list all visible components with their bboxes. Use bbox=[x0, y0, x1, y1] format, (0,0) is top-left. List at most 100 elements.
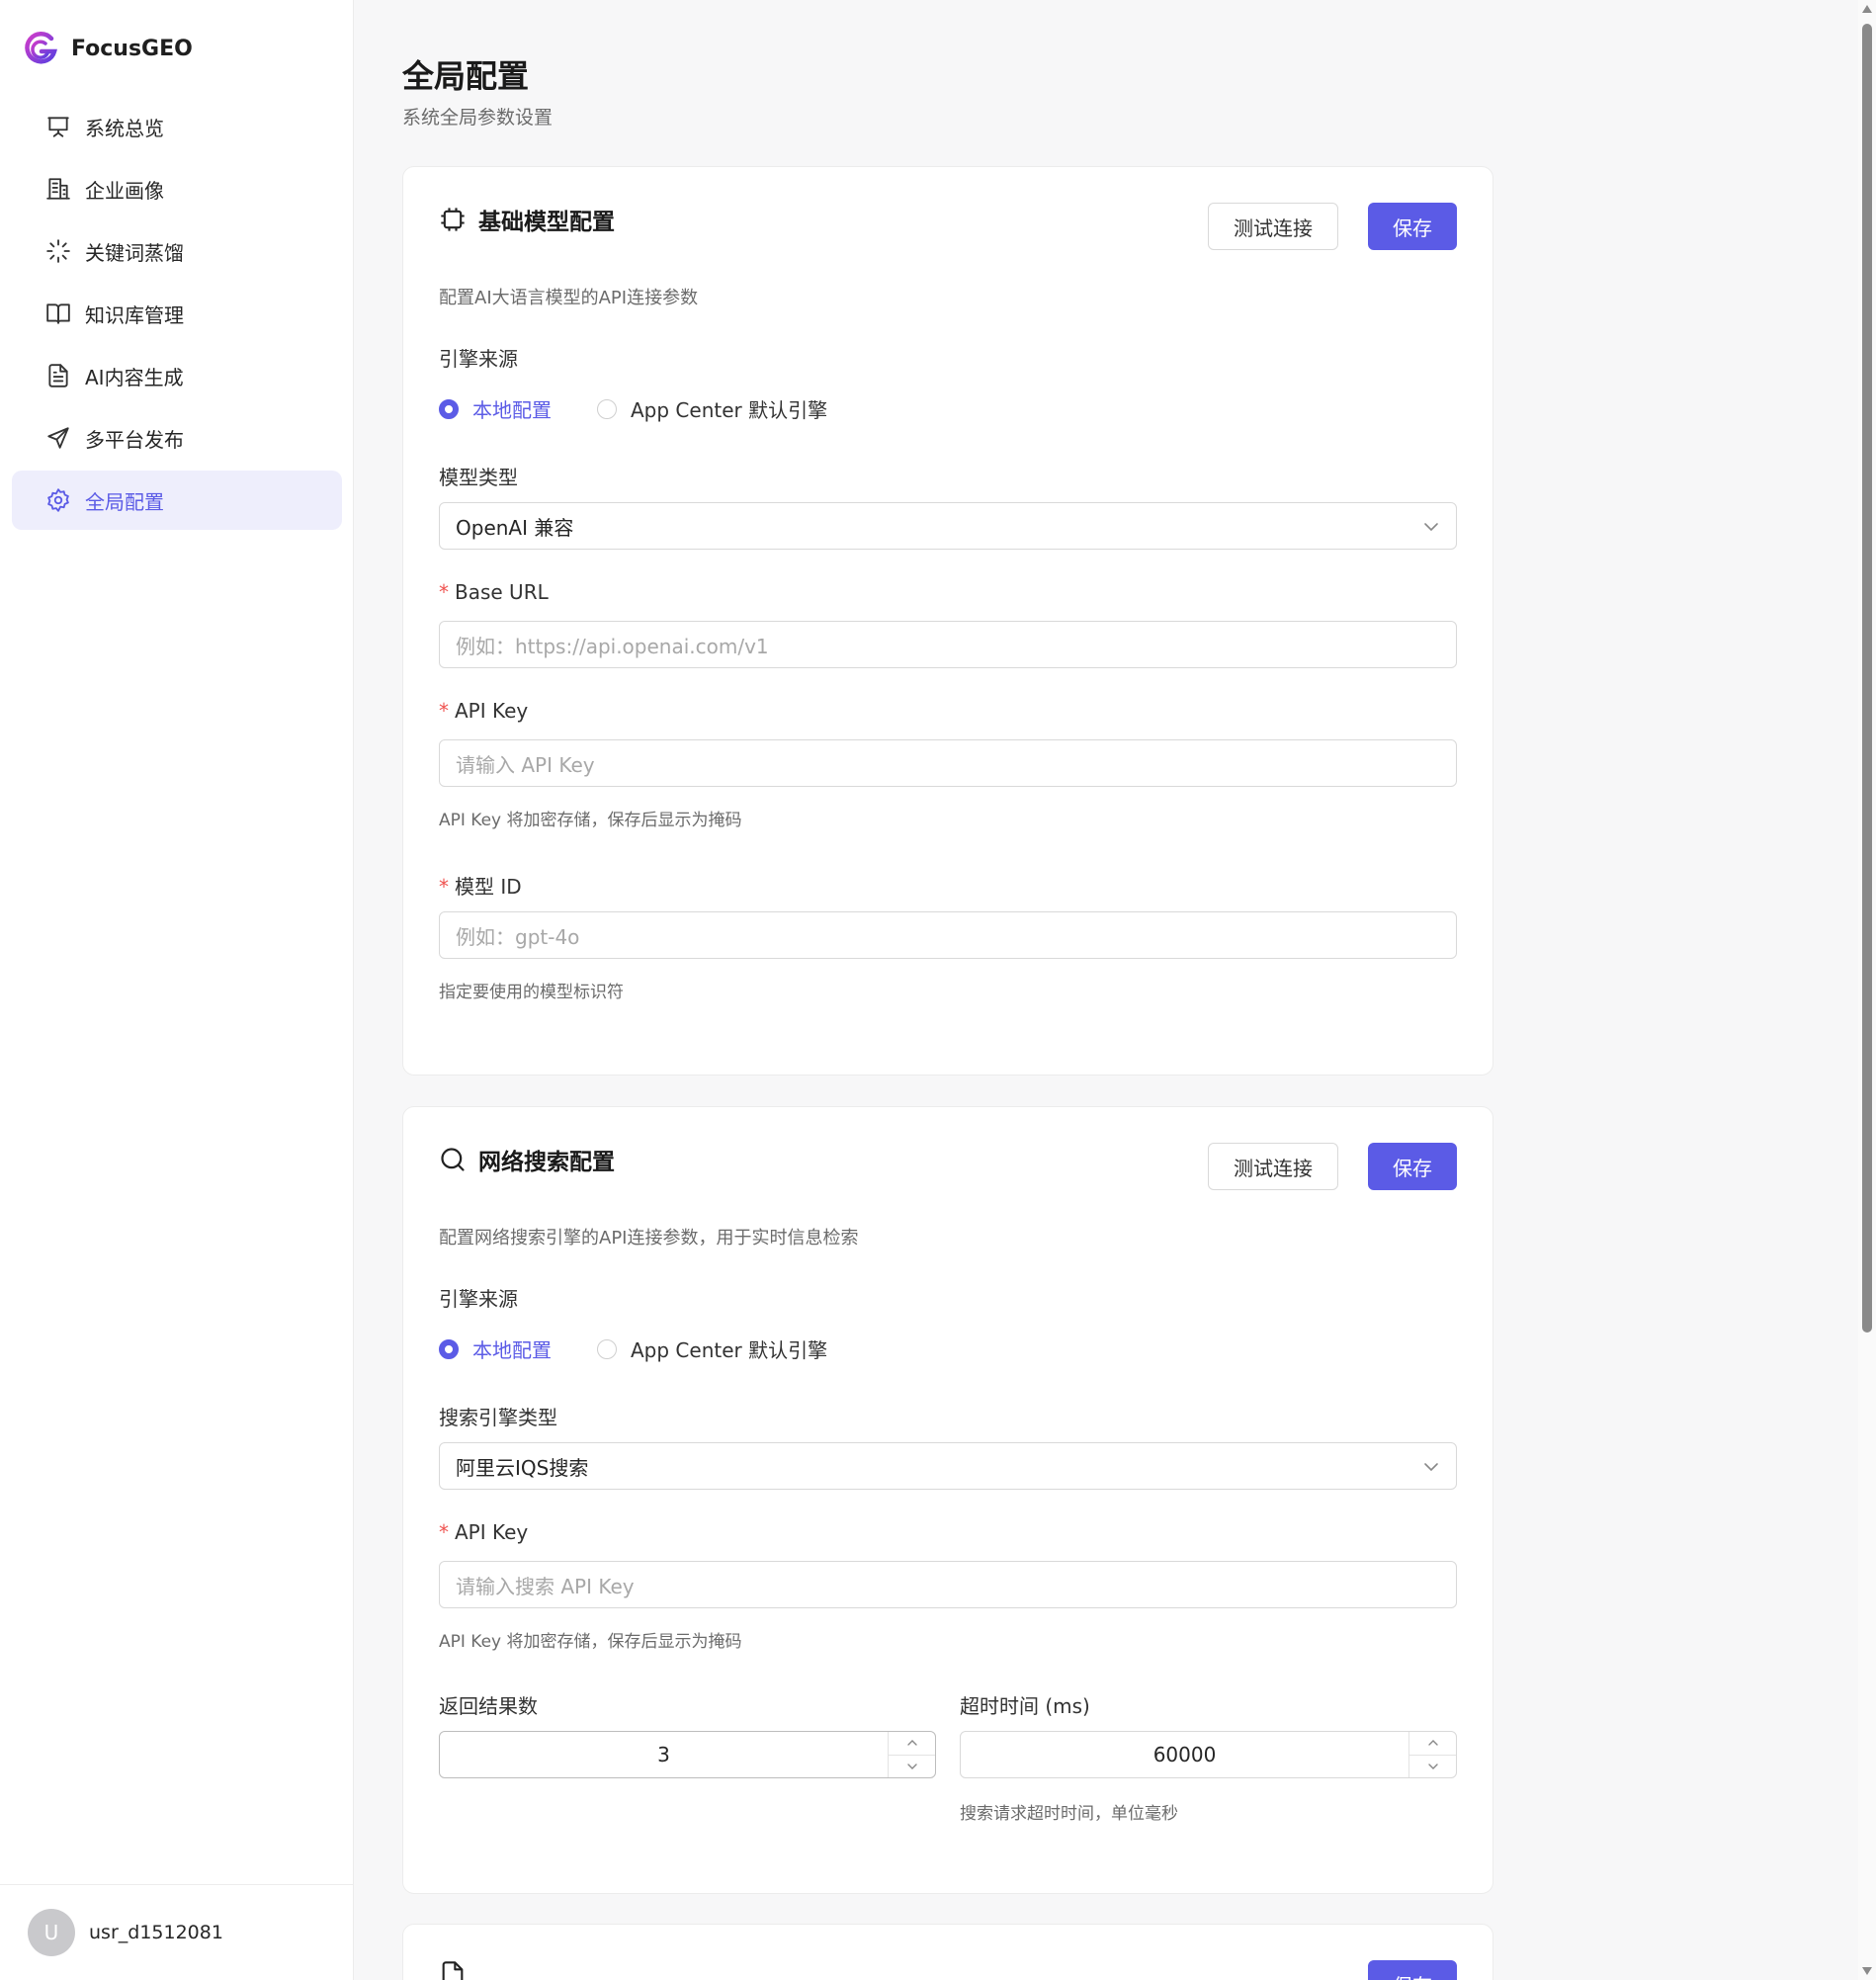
test-connection-button[interactable]: 测试连接 bbox=[1208, 203, 1338, 250]
sidebar-item-overview[interactable]: 系统总览 bbox=[12, 97, 342, 156]
sidebar-item-keywords[interactable]: 关键词蒸馏 bbox=[12, 221, 342, 281]
chevron-down-icon bbox=[1424, 1463, 1438, 1472]
label-text: 模型 ID bbox=[455, 875, 522, 899]
chevron-down-icon bbox=[1427, 1764, 1438, 1769]
page-subtitle: 系统全局参数设置 bbox=[402, 107, 554, 129]
user-profile[interactable]: U usr_d1512081 bbox=[0, 1884, 353, 1980]
base-url-label: * Base URL bbox=[439, 580, 549, 604]
api-key-hint: API Key 将加密存储，保存后显示为掩码 bbox=[439, 811, 742, 830]
app-root: FocusGEO 系统总览 企业画像 关键词蒸馏 知识库管理 AI内容生成 多平… bbox=[0, 0, 1876, 1980]
card-description: 配置网络搜索引擎的API连接参数，用于实时信息检索 bbox=[439, 1228, 859, 1248]
sidebar: FocusGEO 系统总览 企业画像 关键词蒸馏 知识库管理 AI内容生成 多平… bbox=[0, 0, 354, 1980]
sidebar-item-ai-content[interactable]: AI内容生成 bbox=[12, 346, 342, 405]
sidebar-item-label: 全局配置 bbox=[85, 489, 164, 514]
search-engine-type-label: 搜索引擎类型 bbox=[439, 1406, 557, 1429]
card-description: 配置AI大语言模型的API连接参数 bbox=[439, 288, 699, 308]
brand-name: FocusGEO bbox=[71, 36, 193, 61]
sidebar-item-label: AI内容生成 bbox=[85, 365, 184, 389]
loader-icon bbox=[46, 239, 70, 263]
search-icon bbox=[441, 1148, 465, 1171]
sidebar-item-publish[interactable]: 多平台发布 bbox=[12, 408, 342, 468]
search-config-card: 网络搜索配置 测试连接 保存 配置网络搜索引擎的API连接参数，用于实时信息检索… bbox=[402, 1106, 1493, 1894]
card-title: 基础模型配置 bbox=[478, 210, 615, 235]
scroll-down-arrow-icon[interactable] bbox=[1861, 1966, 1873, 1976]
radio-dot bbox=[439, 1338, 459, 1359]
stepper-decrement[interactable] bbox=[889, 1754, 935, 1778]
sidebar-item-enterprise[interactable]: 企业画像 bbox=[12, 159, 342, 218]
radio-local-config[interactable]: 本地配置 bbox=[439, 1334, 552, 1363]
radio-app-center-engine[interactable]: App Center 默认引擎 bbox=[597, 1334, 827, 1363]
search-api-key-hint: API Key 将加密存储，保存后显示为掩码 bbox=[439, 1632, 742, 1652]
model-config-card: 基础模型配置 测试连接 保存 配置AI大语言模型的API连接参数 引擎来源 本地… bbox=[402, 166, 1493, 1076]
model-type-select[interactable]: OpenAI 兼容 bbox=[439, 502, 1457, 550]
username: usr_d1512081 bbox=[89, 1922, 223, 1943]
model-id-hint: 指定要使用的模型标识符 bbox=[439, 983, 624, 1002]
placeholder: 例如：https://api.openai.com/v1 bbox=[456, 634, 769, 658]
chevron-down-icon bbox=[1424, 523, 1438, 532]
label-text: API Key bbox=[455, 699, 529, 723]
save-button[interactable]: 保存 bbox=[1368, 1960, 1457, 1980]
result-count-stepper[interactable]: 3 bbox=[439, 1731, 936, 1778]
stepper-increment[interactable] bbox=[889, 1732, 935, 1755]
chevron-down-icon bbox=[906, 1764, 917, 1769]
placeholder: 例如：gpt-4o bbox=[456, 924, 580, 949]
content-generation-card: 保存 bbox=[402, 1924, 1493, 1980]
required-mark: * bbox=[439, 1520, 449, 1544]
radio-local-config[interactable]: 本地配置 bbox=[439, 394, 552, 423]
card-header bbox=[439, 1960, 467, 1980]
search-api-key-input[interactable]: 请输入搜索 API Key bbox=[439, 1561, 1457, 1608]
label-text: API Key bbox=[455, 1520, 529, 1544]
card-header: 网络搜索配置 bbox=[439, 1143, 615, 1176]
search-engine-type-select[interactable]: 阿里云IQS搜索 bbox=[439, 1442, 1457, 1490]
save-button[interactable]: 保存 bbox=[1368, 1143, 1457, 1190]
radio-label: 本地配置 bbox=[472, 398, 552, 422]
radio-dot bbox=[439, 398, 459, 419]
scroll-thumb[interactable] bbox=[1862, 24, 1872, 1333]
sidebar-item-settings[interactable]: 全局配置 bbox=[12, 471, 342, 530]
required-mark: * bbox=[439, 875, 449, 899]
model-type-label: 模型类型 bbox=[439, 466, 518, 489]
radio-label: App Center 默认引擎 bbox=[631, 1338, 828, 1362]
required-mark: * bbox=[439, 699, 449, 723]
document-icon bbox=[442, 1961, 464, 1980]
cpu-icon bbox=[441, 208, 465, 231]
radio-app-center-engine[interactable]: App Center 默认引擎 bbox=[597, 394, 827, 423]
select-value: 阿里云IQS搜索 bbox=[456, 1455, 589, 1480]
stepper-controls bbox=[888, 1732, 935, 1777]
timeout-stepper[interactable]: 60000 bbox=[960, 1731, 1457, 1778]
base-url-input[interactable]: 例如：https://api.openai.com/v1 bbox=[439, 621, 1457, 668]
avatar: U bbox=[28, 1909, 75, 1956]
brand[interactable]: FocusGEO bbox=[22, 30, 193, 67]
stepper-decrement[interactable] bbox=[1409, 1754, 1456, 1778]
chevron-up-icon bbox=[906, 1740, 917, 1746]
building-icon bbox=[46, 178, 70, 200]
sidebar-item-label: 知识库管理 bbox=[85, 302, 184, 327]
presentation-icon bbox=[47, 117, 69, 137]
sidebar-item-label: 系统总览 bbox=[85, 116, 164, 140]
sidebar-item-label: 关键词蒸馏 bbox=[85, 240, 184, 265]
test-connection-button[interactable]: 测试连接 bbox=[1208, 1143, 1338, 1190]
engine-source-label: 引擎来源 bbox=[439, 347, 518, 371]
radio-label: 本地配置 bbox=[472, 1338, 552, 1362]
card-actions: 测试连接 保存 bbox=[1208, 203, 1457, 250]
search-api-key-label: * API Key bbox=[439, 1520, 528, 1544]
model-id-input[interactable]: 例如：gpt-4o bbox=[439, 911, 1457, 959]
api-key-input[interactable]: 请输入 API Key bbox=[439, 739, 1457, 787]
required-mark: * bbox=[439, 580, 449, 604]
sidebar-nav: 系统总览 企业画像 关键词蒸馏 知识库管理 AI内容生成 多平台发布 全局配置 bbox=[12, 97, 342, 533]
sidebar-item-knowledge[interactable]: 知识库管理 bbox=[12, 284, 342, 343]
page-scrollbar[interactable] bbox=[1858, 0, 1876, 1980]
sidebar-item-label: 企业画像 bbox=[85, 178, 164, 203]
timeout-hint: 搜索请求超时时间，单位毫秒 bbox=[960, 1804, 1178, 1824]
engine-source-radio-group: 本地配置 App Center 默认引擎 bbox=[439, 1334, 827, 1363]
placeholder: 请输入 API Key bbox=[456, 752, 595, 777]
card-header: 基础模型配置 bbox=[439, 203, 615, 236]
scroll-up-arrow-icon[interactable] bbox=[1861, 4, 1873, 14]
logo-icon bbox=[25, 32, 57, 64]
stepper-increment[interactable] bbox=[1409, 1732, 1456, 1755]
save-button[interactable]: 保存 bbox=[1368, 203, 1457, 250]
radio-dot bbox=[597, 398, 617, 419]
api-key-label: * API Key bbox=[439, 699, 528, 723]
sidebar-item-label: 多平台发布 bbox=[85, 427, 184, 452]
card-actions: 测试连接 保存 bbox=[1208, 1143, 1457, 1190]
